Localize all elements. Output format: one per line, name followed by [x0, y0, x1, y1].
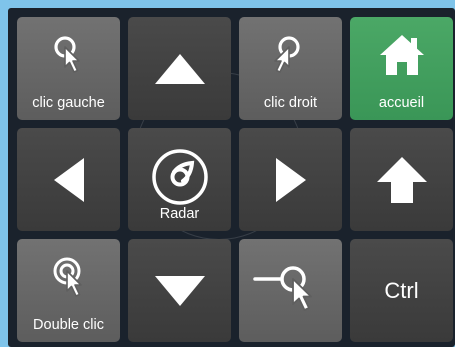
right-click-key[interactable]: clic droit	[239, 17, 342, 120]
drag-key[interactable]	[239, 239, 342, 342]
click-cursor-icon	[273, 36, 300, 73]
double-click-cursor-icon	[53, 257, 82, 297]
up-key[interactable]	[128, 17, 231, 120]
right-key[interactable]	[239, 128, 342, 231]
down-key[interactable]	[128, 239, 231, 342]
double-click-label: Double clic	[33, 317, 104, 333]
click-cursor-icon	[53, 36, 80, 73]
radar-label: Radar	[159, 206, 200, 222]
home-icon	[379, 35, 424, 75]
radar-key[interactable]: Radar	[128, 128, 231, 231]
ctrl-key[interactable]: Ctrl	[350, 239, 453, 342]
key-grid: clic gauche clic droit accueil Radar Dou…	[17, 17, 453, 342]
triangle-up-icon	[154, 53, 205, 84]
right-click-label: clic droit	[263, 95, 318, 111]
home-label: accueil	[378, 95, 425, 111]
triangle-left-icon	[53, 157, 84, 202]
arrow-up-icon	[376, 156, 427, 203]
left-key[interactable]	[17, 128, 120, 231]
left-click-label: clic gauche	[32, 95, 105, 111]
radar-icon	[151, 149, 208, 205]
triangle-down-icon	[154, 275, 205, 306]
drag-cursor-icon	[252, 265, 312, 311]
ctrl-label: Ctrl	[384, 277, 419, 303]
home-key[interactable]: accueil	[350, 17, 453, 120]
triangle-right-icon	[275, 157, 306, 202]
double-click-key[interactable]: Double clic	[17, 239, 120, 342]
keyboard-panel: clic gauche clic droit accueil Radar Dou…	[8, 8, 455, 347]
shift-key[interactable]	[350, 128, 453, 231]
left-click-key[interactable]: clic gauche	[17, 17, 120, 120]
